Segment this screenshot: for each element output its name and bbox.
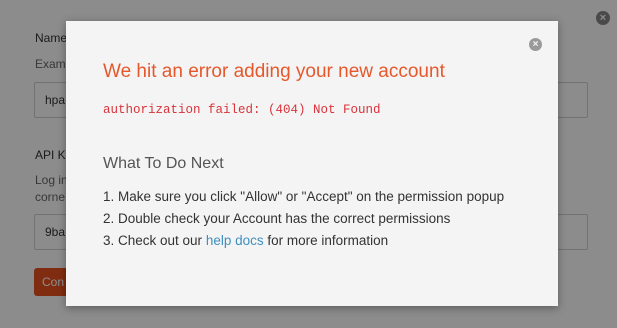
list-item: 3. Check out our help docs for more info… xyxy=(103,230,504,252)
close-icon[interactable]: × xyxy=(529,38,542,51)
next-steps-heading: What To Do Next xyxy=(103,155,224,172)
step-3-suffix: for more information xyxy=(263,233,389,248)
list-item: 1. Make sure you click "Allow" or "Accep… xyxy=(103,186,504,208)
help-docs-link[interactable]: help docs xyxy=(206,233,264,248)
step-1-text: 1. Make sure you click "Allow" or "Accep… xyxy=(103,189,505,204)
step-2-text: 2. Double check your Account has the cor… xyxy=(103,211,451,226)
list-item: 2. Double check your Account has the cor… xyxy=(103,208,504,230)
error-message: authorization failed: (404) Not Found xyxy=(103,103,381,117)
next-steps-list: 1. Make sure you click "Allow" or "Accep… xyxy=(103,186,504,252)
error-modal: × We hit an error adding your new accoun… xyxy=(66,21,558,306)
modal-title: We hit an error adding your new account xyxy=(103,61,445,82)
step-3-prefix: 3. Check out our xyxy=(103,233,206,248)
